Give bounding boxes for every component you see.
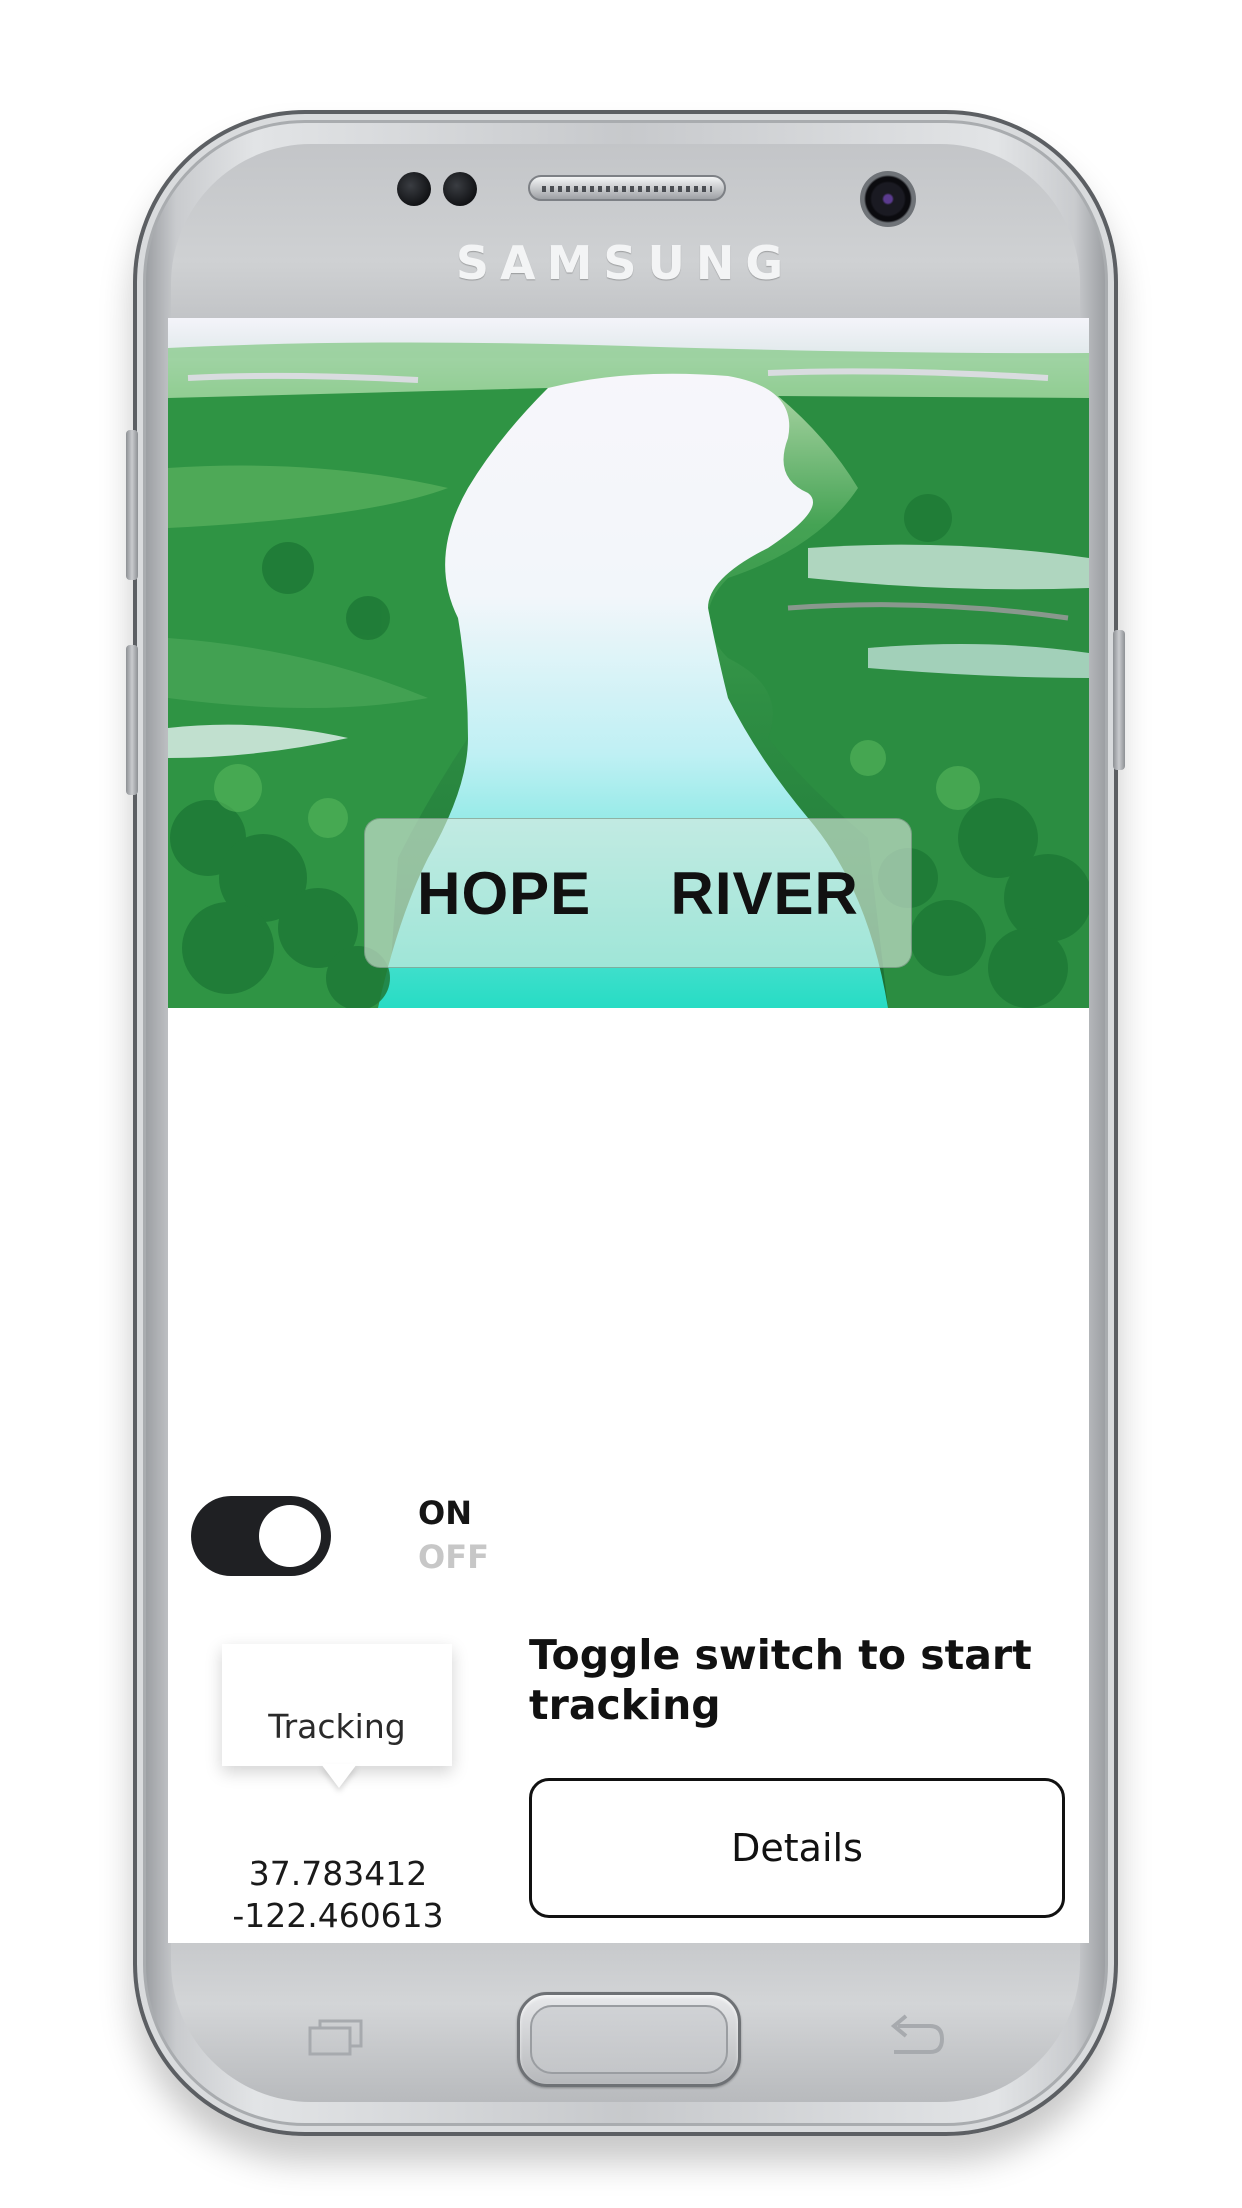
longitude-value: -122.460613 — [232, 1896, 444, 1935]
details-button[interactable]: Details — [529, 1778, 1065, 1918]
toggle-off-label: OFF — [418, 1538, 489, 1576]
volume-up-button — [126, 430, 138, 580]
tracking-toggle-switch[interactable] — [191, 1496, 331, 1576]
volume-down-button — [126, 645, 138, 795]
details-button-label: Details — [731, 1826, 863, 1870]
brand-logo: SAMSUNG — [455, 236, 795, 290]
hero-title: HOPE RIVER — [364, 818, 912, 968]
recent-apps-icon[interactable] — [308, 2018, 364, 2056]
sensor-icon — [397, 172, 431, 206]
power-button — [1113, 630, 1125, 770]
earpiece-speaker — [528, 175, 726, 201]
tooltip-pointer — [321, 1764, 357, 1788]
tooltip-label: Tracking — [268, 1707, 406, 1746]
hero-banner: HOPE RIVER — [168, 318, 1089, 1008]
toggle-on-label: ON — [418, 1494, 472, 1532]
front-camera-icon — [860, 171, 916, 227]
instruction-text: Toggle switch to start tracking — [529, 1631, 1032, 1729]
latitude-value: 37.783412 — [248, 1854, 428, 1893]
back-arrow-icon[interactable] — [884, 2012, 946, 2058]
home-button[interactable] — [517, 1992, 741, 2087]
app-screen: HOPE RIVER ON OFF Tracking 37.783412 -12… — [168, 318, 1089, 1943]
tracking-tooltip: Tracking — [222, 1644, 452, 1766]
sensor-icon — [443, 172, 477, 206]
toggle-knob[interactable] — [259, 1505, 321, 1567]
